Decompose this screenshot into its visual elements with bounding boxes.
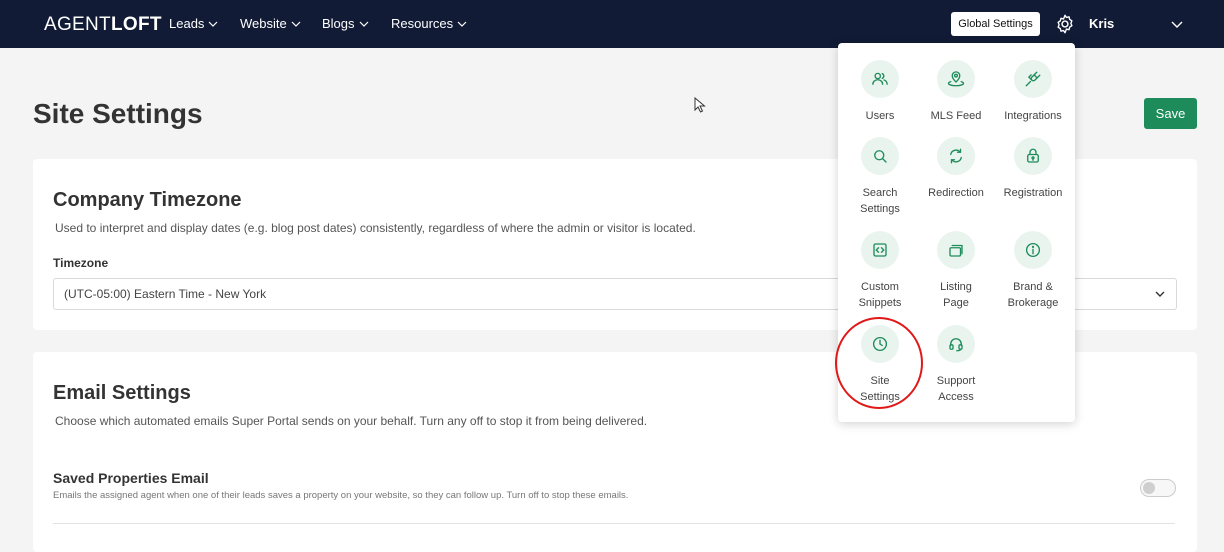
chevron-down-icon	[1155, 291, 1165, 297]
card-description: Choose which automated emails Super Port…	[55, 414, 648, 428]
code-icon	[873, 243, 887, 257]
icon-circle	[1014, 231, 1052, 269]
menu-label: Users	[865, 110, 895, 122]
chevron-down-icon	[457, 21, 467, 27]
timezone-value: (UTC-05:00) Eastern Time - New York	[64, 287, 267, 301]
gear-icon[interactable]	[1054, 13, 1076, 35]
saved-properties-email-title: Saved Properties Email	[53, 470, 209, 486]
icon-circle	[937, 231, 975, 269]
global-settings-button[interactable]: Global Settings	[951, 12, 1040, 36]
global-settings-dropdown: Users MLS Feed Integrations Search Settin…	[838, 43, 1075, 422]
menu-item-listing-page[interactable]: Listing Page	[918, 231, 994, 311]
icon-circle	[1014, 137, 1052, 175]
nav-resources[interactable]: Resources	[391, 16, 467, 31]
card-title: Email Settings	[53, 382, 191, 404]
nav-leads-label: Leads	[169, 16, 205, 31]
nav-leads[interactable]: Leads	[169, 16, 218, 31]
icon-circle	[861, 231, 899, 269]
nav-blogs[interactable]: Blogs	[322, 16, 369, 31]
menu-label: MLS Feed	[930, 110, 982, 122]
menu-item-brand-brokerage[interactable]: Brand & Brokerage	[995, 231, 1071, 311]
chevron-down-icon[interactable]	[1170, 17, 1184, 31]
menu-item-support-access[interactable]: Support Access	[918, 325, 994, 405]
menu-label: Integrations	[1004, 110, 1062, 122]
nav-website-label: Website	[240, 16, 287, 31]
menu-label: Custom Snippets	[858, 281, 902, 309]
headset-icon	[949, 338, 963, 352]
menu-label: Support Access	[936, 375, 976, 403]
menu-item-registration[interactable]: Registration	[995, 137, 1071, 201]
saved-properties-email-description: Emails the assigned agent when one of th…	[53, 490, 629, 501]
cards-icon	[949, 244, 963, 257]
toggle-knob	[1143, 482, 1155, 494]
menu-item-users[interactable]: Users	[842, 60, 918, 124]
divider	[53, 523, 1175, 524]
icon-circle	[861, 325, 899, 363]
icon-circle	[1014, 60, 1052, 98]
card-title: Company Timezone	[53, 189, 242, 211]
plug-icon	[1025, 71, 1041, 87]
menu-label: Redirection	[928, 187, 984, 199]
map-pin-icon	[947, 71, 965, 87]
info-icon	[1025, 242, 1041, 258]
timezone-label: Timezone	[53, 256, 109, 270]
icon-circle	[937, 137, 975, 175]
chevron-down-icon	[208, 21, 218, 27]
top-navbar: AGENTLOFT Leads Website Blogs Resources …	[0, 0, 1224, 48]
icon-circle	[937, 325, 975, 363]
saved-properties-email-toggle[interactable]	[1140, 479, 1176, 497]
chevron-down-icon	[291, 21, 301, 27]
menu-label: Search Settings	[860, 187, 900, 215]
card-description: Used to interpret and display dates (e.g…	[55, 221, 696, 235]
agentloft-logo[interactable]: AGENTLOFT	[44, 14, 162, 36]
clock-icon	[872, 336, 888, 352]
lock-icon	[1027, 148, 1039, 163]
menu-label: Listing Page	[940, 281, 972, 309]
refresh-icon	[950, 148, 962, 164]
chevron-down-icon	[359, 21, 368, 27]
icon-circle	[937, 60, 975, 98]
menu-item-integrations[interactable]: Integrations	[995, 60, 1071, 124]
menu-item-site-settings[interactable]: Site Settings	[842, 325, 918, 405]
menu-item-search-settings[interactable]: Search Settings	[842, 137, 918, 217]
menu-label: Registration	[1003, 187, 1063, 199]
menu-item-redirection[interactable]: Redirection	[918, 137, 994, 201]
mouse-pointer-icon	[694, 97, 706, 113]
menu-item-custom-snippets[interactable]: Custom Snippets	[842, 231, 918, 311]
menu-label: Site Settings	[860, 375, 900, 403]
icon-circle	[861, 60, 899, 98]
save-button[interactable]: Save	[1144, 98, 1197, 129]
user-name[interactable]: Kris	[1089, 16, 1114, 31]
nav-website[interactable]: Website	[240, 16, 301, 31]
nav-blogs-label: Blogs	[322, 16, 355, 31]
menu-label: Brand & Brokerage	[1007, 281, 1059, 309]
users-icon	[872, 72, 888, 85]
search-icon	[874, 150, 887, 163]
menu-item-mls-feed[interactable]: MLS Feed	[918, 60, 994, 124]
page-title: Site Settings	[33, 98, 203, 129]
icon-circle	[861, 137, 899, 175]
nav-resources-label: Resources	[391, 16, 454, 31]
